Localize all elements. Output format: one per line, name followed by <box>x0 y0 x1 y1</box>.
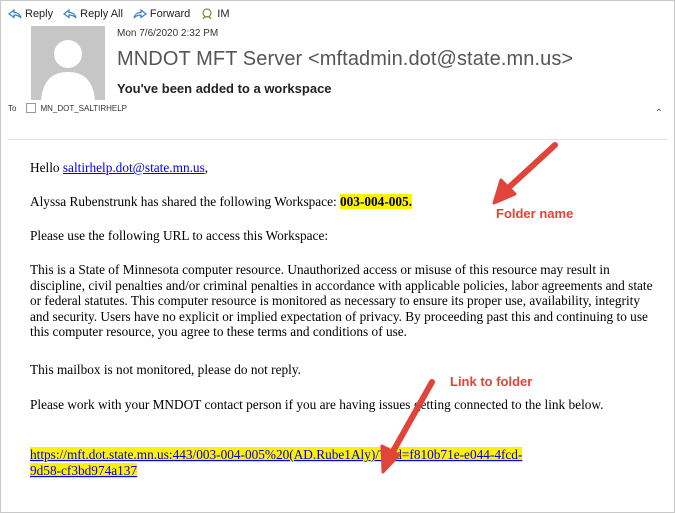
workspace-link-line1[interactable]: https://mft.dot.state.mn.us:443/003-004-… <box>30 447 523 462</box>
not-monitored-notice: This mailbox is not monitored, please do… <box>30 362 301 377</box>
greeting: Hello saltirhelp.dot@state.mn.us, <box>30 160 658 176</box>
folder-name-annotation: Folder name <box>496 206 574 221</box>
person-icon <box>41 40 95 100</box>
workspace-link-block: https://mft.dot.state.mn.us:443/003-004-… <box>30 447 658 478</box>
greeting-email-link[interactable]: saltirhelp.dot@state.mn.us <box>63 160 205 175</box>
recipients-row: To MN_DOT_SALTIRHELP <box>8 103 127 113</box>
im-label: IM <box>217 8 230 20</box>
url-instruction: Please use the following URL to access t… <box>30 228 329 243</box>
forward-button[interactable]: Forward <box>133 8 190 20</box>
forward-label: Forward <box>149 8 191 20</box>
reply-all-icon <box>63 8 77 19</box>
reply-label: Reply <box>25 8 54 20</box>
message-toolbar: Reply Reply All Forward IM <box>8 6 230 22</box>
reply-icon <box>8 8 22 19</box>
contact-instruction: Please work with your MNDOT contact pers… <box>30 397 604 412</box>
disclaimer: This is a State of Minnesota computer re… <box>30 262 653 339</box>
greeting-suffix: , <box>204 160 209 175</box>
reply-all-label: Reply All <box>80 8 123 20</box>
shared-prefix: Alyssa Rubenstrunk has shared the follow… <box>30 194 340 209</box>
im-button[interactable]: IM <box>200 8 230 20</box>
to-label: To <box>8 103 17 113</box>
link-to-folder-annotation: Link to folder <box>450 374 533 389</box>
workspace-link-line2[interactable]: 9d58-cf3bd974a137 <box>30 462 138 478</box>
recipient-name[interactable]: MN_DOT_SALTIRHELP <box>40 104 127 113</box>
collapse-header-icon[interactable]: ⌃ <box>655 108 663 119</box>
sender-name[interactable]: MNDOT MFT Server <mftadmin.dot@state.mn.… <box>117 48 573 71</box>
sender-avatar <box>31 26 105 100</box>
im-icon <box>202 8 212 20</box>
reply-button[interactable]: Reply <box>8 8 53 20</box>
workspace-name: 003-004-005. <box>340 194 413 209</box>
sent-date: Mon 7/6/2020 2:32 PM <box>117 28 219 39</box>
reply-all-button[interactable]: Reply All <box>63 8 123 20</box>
header-divider <box>8 139 667 140</box>
forward-icon <box>133 8 147 19</box>
greeting-prefix: Hello <box>30 160 63 175</box>
email-subject: You've been added to a workspace <box>117 81 332 96</box>
recipient-checkbox[interactable] <box>26 103 37 113</box>
